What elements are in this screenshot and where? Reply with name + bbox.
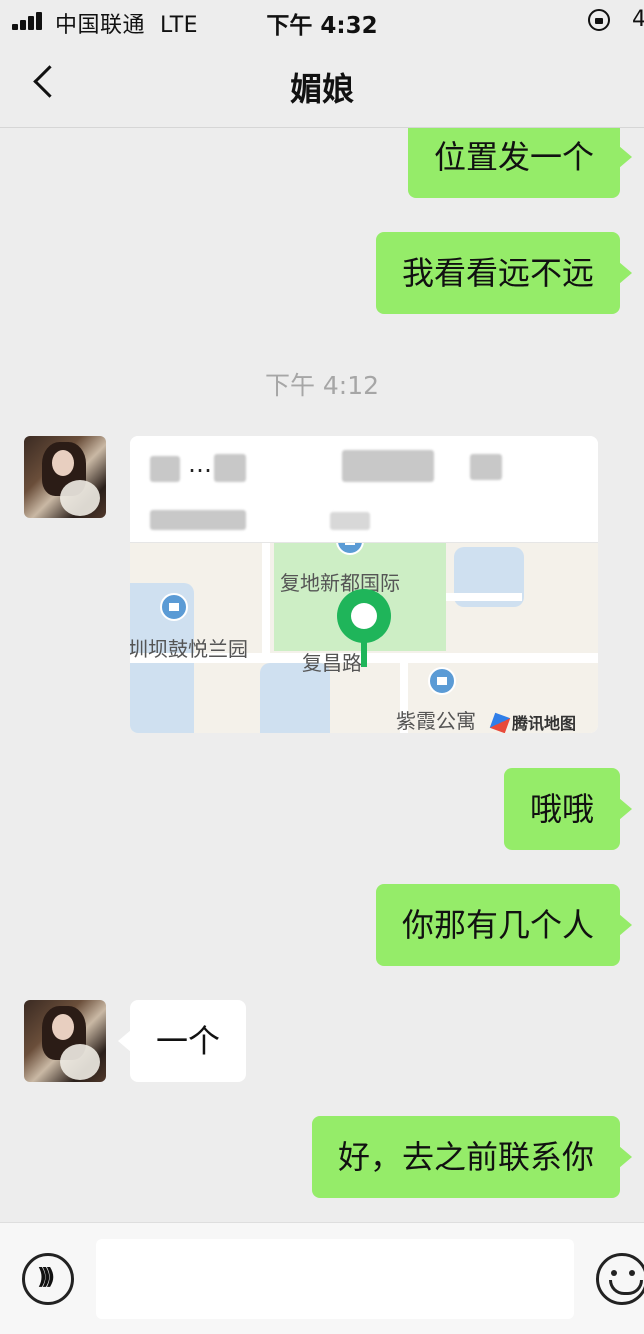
location-card-header: … (130, 436, 598, 542)
map-poi-icon (160, 593, 188, 621)
message-bubble-outgoing[interactable]: 好，去之前联系你 (311, 1116, 633, 1198)
status-bar: 中国联通 LTE 下午 4:32 4 (0, 0, 644, 42)
nav-bar: 媚娘 (0, 42, 644, 128)
message-bubble-outgoing[interactable]: 我看看远不远 (375, 232, 633, 314)
map-poi-icon (428, 667, 456, 695)
map-label: 复昌路 (302, 651, 362, 675)
location-card[interactable]: … 复地新都国际 复昌路 紫霞公寓 圳坝鼓悦兰园 腾讯地图 (130, 436, 598, 733)
location-pin-stem (361, 639, 367, 667)
status-time: 下午 4:32 (266, 13, 378, 39)
message-input[interactable] (96, 1239, 574, 1319)
contact-avatar[interactable] (24, 1000, 106, 1082)
battery-label: 4 (632, 7, 644, 32)
orientation-lock-icon (588, 9, 610, 31)
map-label: 紫霞公寓 (396, 709, 476, 733)
map-label: 圳坝鼓悦兰园 (130, 637, 248, 661)
message-bubble-outgoing[interactable]: 位置发一个 (407, 128, 633, 198)
message-timestamp: 下午 4:12 (264, 371, 380, 400)
message-list[interactable]: 位置发一个 我看看远不远 下午 4:12 … 复地新都国际 复昌路 紫霞公寓 圳… (0, 128, 644, 1222)
input-bar (0, 1222, 644, 1334)
location-pin-icon (337, 589, 391, 643)
message-bubble-incoming[interactable]: 一个 (117, 1000, 247, 1082)
emoji-icon[interactable] (596, 1253, 644, 1305)
voice-icon[interactable] (22, 1253, 74, 1305)
contact-avatar[interactable] (24, 436, 106, 518)
location-map[interactable]: 复地新都国际 复昌路 紫霞公寓 圳坝鼓悦兰园 腾讯地图 (130, 542, 598, 733)
message-bubble-outgoing[interactable]: 你那有几个人 (375, 884, 633, 966)
map-label: 复地新都国际 (280, 571, 400, 595)
message-bubble-outgoing[interactable]: 哦哦 (503, 768, 633, 850)
chat-title: 媚娘 (289, 70, 354, 108)
map-brand: 腾讯地图 (489, 710, 576, 733)
tencent-map-logo-icon (489, 712, 511, 733)
location-title-redacted: … (188, 450, 212, 478)
